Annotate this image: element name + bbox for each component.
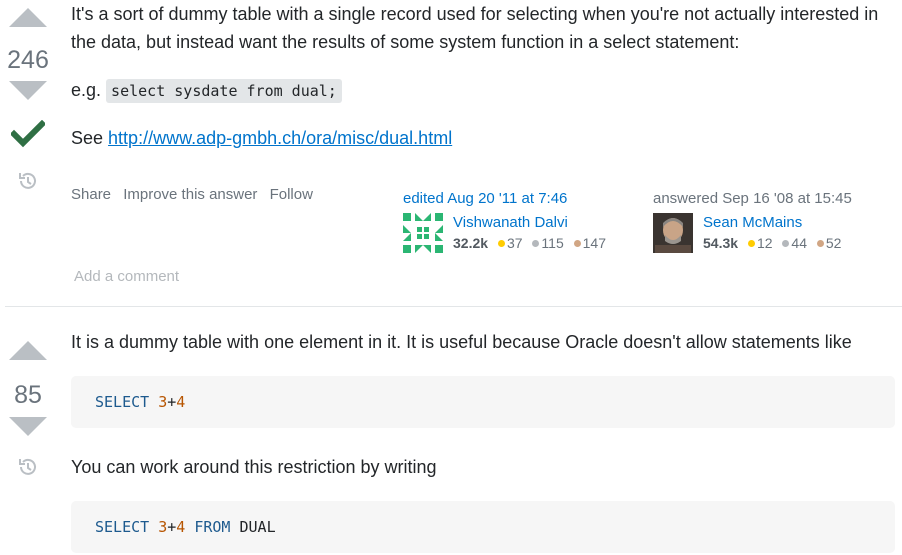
accepted-check-icon [11,120,45,148]
silver-badge-count: 44 [791,235,807,251]
answer-paragraph: It's a sort of dummy table with a single… [71,4,879,52]
answer-body: It is a dummy table with one element in … [71,328,896,356]
vote-count: 246 [7,46,49,74]
editor-details: Vishwanath Dalvi 32.2k 37 115 147 [453,213,612,253]
inline-code: select sysdate from dual; [106,79,342,103]
gold-badge-icon [747,240,755,248]
improve-answer-link[interactable]: Improve this answer [123,186,257,203]
reputation-score: 32.2k [453,235,489,251]
share-link[interactable]: Share [71,186,111,203]
downvote-icon[interactable] [9,81,47,100]
eg-prefix: e.g. [71,80,102,100]
answer-paragraph: It is a dummy table with one element in … [71,332,852,352]
editor-reputation: 32.2k 37 115 147 [453,233,612,253]
see-line: See http://www.adp-gmbh.ch/ora/misc/dual… [71,124,896,152]
author-reputation: 54.3k 12 44 52 [703,233,847,253]
silver-badge-count: 115 [541,235,564,251]
author-name[interactable]: Sean McMains [703,213,847,233]
code-block: SELECT 3+4 [71,376,895,428]
history-icon[interactable] [17,170,39,192]
answered-timestamp: answered Sep 16 '08 at 15:45 [653,190,852,207]
code-operator: + [167,393,177,411]
code-number: 3 [158,393,168,411]
code-keyword: SELECT [95,518,150,536]
editor-name[interactable]: Vishwanath Dalvi [453,213,612,233]
silver-badge-icon [532,240,540,248]
bronze-badge-count: 147 [582,235,606,251]
reference-link[interactable]: http://www.adp-gmbh.ch/ora/misc/dual.htm… [108,128,452,148]
bronze-badge-icon [573,240,581,248]
edited-timestamp[interactable]: edited Aug 20 '11 at 7:46 [403,189,612,209]
downvote-icon[interactable] [9,417,47,436]
gold-badge-count: 12 [756,235,773,251]
upvote-icon[interactable] [9,8,47,27]
answer-divider [5,306,902,307]
editor-avatar[interactable] [403,213,443,253]
silver-badge-icon [782,240,790,248]
answer-body: It's a sort of dummy table with a single… [71,0,896,152]
author-details: Sean McMains 54.3k 12 44 52 [703,213,847,253]
gold-badge-count: 37 [506,235,523,251]
vote-cell: 246 [0,8,56,192]
vote-count: 85 [14,381,42,409]
example-line: e.g. select sysdate from dual; [71,76,896,105]
code-number: 4 [176,393,186,411]
code-number: 4 [176,518,186,536]
add-comment-link[interactable]: Add a comment [74,268,179,285]
upvote-icon[interactable] [9,341,47,360]
editor-user: Vishwanath Dalvi 32.2k 37 115 147 [403,213,612,253]
bronze-badge-icon [816,240,824,248]
code-identifier: DUAL [239,518,276,536]
answer-paragraph: You can work around this restriction by … [71,457,437,477]
code-block: SELECT 3+4 FROM DUAL [71,501,895,553]
author-avatar[interactable] [653,213,693,253]
code-keyword: SELECT [95,393,150,411]
follow-link[interactable]: Follow [270,186,313,203]
code-operator: + [167,518,177,536]
editor-signature: edited Aug 20 '11 at 7:46 Vishwanath Dal… [403,189,612,253]
gold-badge-icon [497,240,505,248]
answer-body-continued: You can work around this restriction by … [71,453,896,481]
reputation-score: 54.3k [703,235,739,251]
code-keyword: FROM [194,518,231,536]
author-user: Sean McMains 54.3k 12 44 52 [653,213,852,253]
answer-1: 246 It's a sort of dummy table with a si… [0,0,902,306]
author-signature: answered Sep 16 '08 at 15:45 Sean McMain… [653,189,852,253]
post-menu: Share Improve this answer Follow [71,186,321,203]
bronze-badge-count: 52 [825,235,842,251]
see-prefix: See [71,128,104,148]
code-number: 3 [158,518,168,536]
answer-2: 85 It is a dummy table with one element … [0,308,902,555]
history-icon[interactable] [17,456,39,478]
vote-cell: 85 [0,341,56,478]
